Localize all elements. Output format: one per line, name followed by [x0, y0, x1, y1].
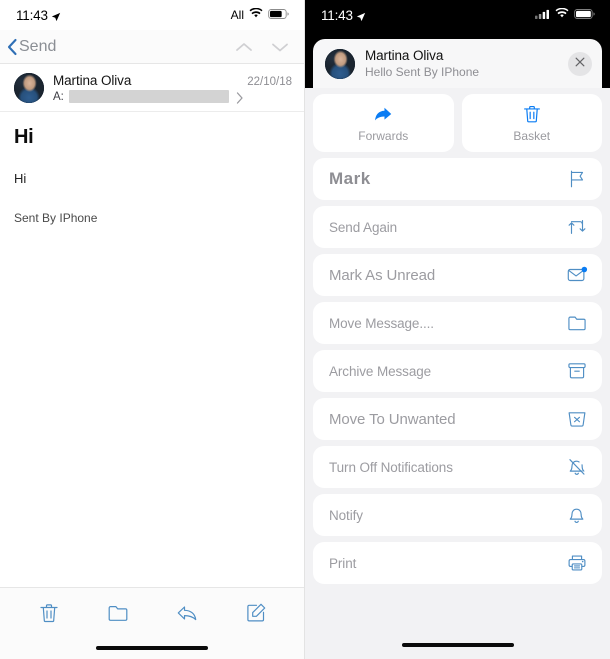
avatar	[325, 48, 355, 79]
menu-item-label: Notify	[329, 507, 363, 523]
menu-item-label: Archive Message	[329, 363, 432, 379]
menu-item-label: Mark	[329, 169, 371, 188]
move-button[interactable]	[106, 601, 130, 625]
sheet-top-gap	[305, 30, 610, 39]
menu-item-label: Move Message....	[329, 315, 434, 331]
avatar	[14, 73, 44, 103]
location-arrow-icon	[356, 10, 366, 22]
envelope-badge-icon	[566, 264, 588, 286]
compose-button[interactable]	[244, 601, 268, 625]
home-indicator[interactable]	[96, 646, 208, 650]
basket-button[interactable]: Basket	[461, 94, 602, 152]
menu-item-archive-message[interactable]: Archive Message	[313, 350, 602, 392]
sender-name: Martina Oliva	[53, 73, 132, 88]
context-sender-name: Martina Oliva	[365, 48, 444, 63]
recipient-row: A:	[53, 90, 292, 104]
basket-button-label: Basket	[513, 129, 551, 143]
status-bar-right-dark	[535, 6, 596, 24]
menu-item-turn-off-notifications[interactable]: Turn Off Notifications	[313, 446, 602, 488]
context-menu-body: Forwards Basket Mark Send Again Mark As …	[305, 88, 610, 631]
message-body: Hi Hi Sent By IPhone	[0, 112, 304, 587]
forward-arrow-icon	[372, 103, 394, 125]
context-menu-screen: 11:43 Martina Oliva Hello Sent By IPhone…	[305, 0, 610, 659]
to-label: A:	[53, 90, 64, 103]
close-button[interactable]	[568, 51, 592, 76]
menu-item-mark[interactable]: Mark	[313, 158, 602, 200]
menu-item-notify[interactable]: Notify	[313, 494, 602, 536]
close-icon	[574, 55, 586, 73]
message-header-text: Martina Oliva 22/10/18 A:	[53, 73, 292, 104]
chevron-up-icon[interactable]	[234, 40, 254, 54]
quick-actions-row: Forwards Basket	[313, 94, 602, 152]
bell-icon	[566, 504, 588, 526]
home-indicator-area	[0, 637, 304, 659]
status-bar-left: 11:43	[16, 8, 61, 23]
context-card-text: Martina Oliva Hello Sent By IPhone	[365, 48, 558, 79]
context-preview-text: Hello Sent By IPhone	[365, 65, 480, 79]
archive-box-icon	[566, 360, 588, 382]
forward-button-label: Forwards	[358, 129, 409, 143]
menu-item-print[interactable]: Print	[313, 542, 602, 584]
message-header[interactable]: Martina Oliva 22/10/18 A:	[0, 64, 304, 112]
message-subject: Hi	[14, 126, 34, 148]
recipient-redacted-value	[68, 90, 229, 103]
menu-item-label: Print	[329, 555, 357, 571]
menu-item-label: Turn Off Notifications	[329, 459, 453, 475]
dual-screenshot: 11:43 All Send Martina Oliva 22/10/18 A:…	[0, 0, 610, 659]
status-time: 11:43	[16, 7, 48, 23]
junk-bin-icon	[566, 408, 588, 430]
location-arrow-icon	[51, 10, 61, 22]
chevron-right-icon[interactable]	[236, 91, 244, 104]
chevron-down-icon[interactable]	[270, 40, 290, 54]
menu-item-label: Move To Unwanted	[329, 410, 456, 428]
reply-button[interactable]	[175, 601, 199, 625]
status-bar-dark: 11:43	[305, 0, 610, 30]
battery-icon	[268, 6, 290, 24]
menu-item-mark-as-unread[interactable]: Mark As Unread	[313, 254, 602, 296]
back-button[interactable]: Send	[6, 38, 56, 56]
message-signature: Sent By IPhone	[14, 211, 98, 225]
forward-button[interactable]: Forwards	[313, 94, 454, 152]
bell-slash-icon	[566, 456, 588, 478]
chevron-left-icon	[6, 38, 18, 56]
folder-icon	[566, 312, 588, 334]
flag-icon	[566, 168, 588, 190]
battery-icon	[574, 6, 596, 24]
navigation-bar: Send	[0, 30, 304, 64]
wifi-icon	[249, 6, 263, 24]
context-card-header: Martina Oliva Hello Sent By IPhone	[313, 39, 602, 88]
printer-icon	[566, 552, 588, 574]
home-indicator-area	[305, 631, 610, 659]
trash-icon	[521, 103, 543, 125]
mail-message-screen: 11:43 All Send Martina Oliva 22/10/18 A:…	[0, 0, 305, 659]
message-pager	[234, 40, 290, 54]
message-date: 22/10/18	[247, 76, 292, 88]
home-indicator[interactable]	[401, 643, 514, 647]
message-text: Hi	[14, 171, 27, 186]
status-bar: 11:43 All	[0, 0, 304, 30]
status-time-dark: 11:43	[321, 7, 353, 23]
menu-item-move-message[interactable]: Move Message....	[313, 302, 602, 344]
menu-item-label: Mark As Unread	[329, 266, 436, 284]
menu-item-move-to-unwanted[interactable]: Move To Unwanted	[313, 398, 602, 440]
carrier-label: All	[230, 8, 244, 22]
resend-icon	[566, 216, 588, 238]
cellular-signal-icon	[535, 6, 550, 24]
sender-row: Martina Oliva 22/10/18	[53, 73, 292, 88]
status-bar-right: All	[231, 6, 290, 24]
menu-item-send-again[interactable]: Send Again	[313, 206, 602, 248]
status-bar-left-dark: 11:43	[321, 8, 366, 23]
delete-button[interactable]	[37, 601, 61, 625]
menu-item-label: Send Again	[329, 219, 398, 235]
message-toolbar	[0, 587, 304, 637]
back-label: Send	[19, 37, 57, 55]
wifi-icon	[555, 6, 569, 24]
